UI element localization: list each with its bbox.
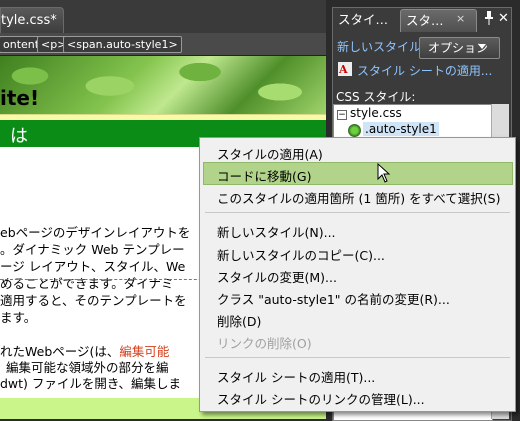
menu-item-copy-style[interactable]: 新しいスタイルのコピー(C)... [217,245,385,264]
body-text-line: ます。 [0,310,37,325]
menu-item-attach-style-sheet[interactable]: スタイル シートの適用(T)... [217,367,375,386]
menu-item-rename-class[interactable]: クラス "auto-style1" の名前の変更(R)... [217,289,450,308]
menu-item-delete[interactable]: 削除(D) [217,311,261,330]
close-icon[interactable]: ✕ [498,11,509,26]
menu-item-select-all-instances[interactable]: このスタイルの適用箇所 (1 箇所) をすべて選択(S) [217,188,500,207]
apply-style-sheet-link[interactable]: スタイル シートの適用... [357,62,492,79]
menu-item-remove-link: リンクの削除(O) [217,336,312,351]
tag-span-auto-style1[interactable]: <span.auto-style1> [63,36,182,53]
body-text-line: dwt) ファイルを開き、編集しま [0,376,182,391]
menu-separator [205,212,510,213]
header-image [0,56,326,114]
tab-manage-styles[interactable]: スタ… [400,9,477,32]
style-in-use-icon [348,124,361,137]
menu-item-new-style[interactable]: 新しいスタイル(N)... [217,222,336,241]
menu-separator [205,357,510,358]
page-heading: ite! [0,86,40,110]
css-styles-label: CSS スタイル: [336,90,416,104]
mouse-cursor-icon [377,162,391,183]
menu-item-modify-style[interactable]: スタイルの変更(M)... [217,267,337,286]
collapse-icon[interactable]: − [337,110,347,120]
tree-item-style[interactable]: .auto-style1 [363,122,439,136]
tab-apply-styles[interactable]: スタイ… [333,9,401,31]
menu-item-go-to-code[interactable]: コードに移動(G) [217,166,311,185]
pin-icon[interactable] [484,11,494,25]
menu-item-manage-style-sheet-links[interactable]: スタイル シートのリンクの管理(L)... [217,389,425,408]
stylesheet-icon: A [338,62,352,76]
tab-close-icon[interactable]: × [456,12,465,25]
menu-item-apply-style[interactable]: スタイルの適用(A) [217,144,323,163]
chevron-down-icon [478,44,486,49]
document-tab[interactable]: tyle.css* [0,7,64,33]
tag-selector-bar: ontent> <p> <span.auto-style1> [0,33,326,56]
green-heading-text: は [10,126,28,147]
svg-text:A: A [338,63,348,76]
tree-item-stylesheet[interactable]: style.css [350,106,402,120]
